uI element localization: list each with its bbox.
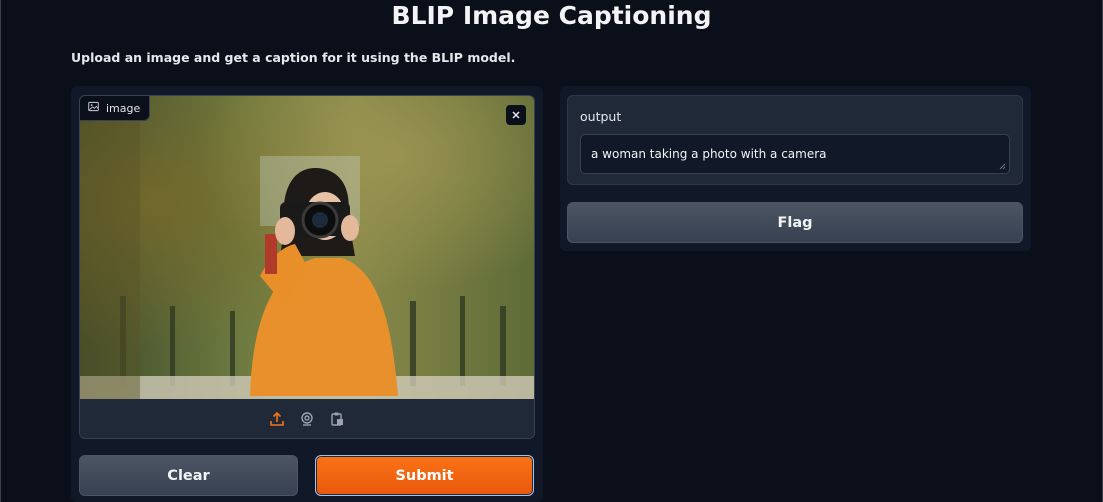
output-caption: a woman taking a photo with a camera (591, 147, 827, 161)
image-label-tag: image (80, 96, 151, 121)
uploaded-photo (80, 96, 534, 399)
output-block: output a woman taking a photo with a cam… (567, 95, 1023, 185)
upload-icon[interactable] (268, 410, 286, 428)
flag-button[interactable]: Flag (567, 202, 1023, 243)
clear-button[interactable]: Clear (79, 455, 298, 496)
output-label: output (580, 109, 622, 124)
image-label-text: image (106, 101, 141, 115)
webcam-icon[interactable] (298, 410, 316, 428)
page-title: BLIP Image Captioning (391, 1, 712, 30)
image-source-toolbar (80, 399, 534, 438)
image-icon (88, 101, 99, 115)
window-border-left (0, 0, 1, 502)
image-upload-area[interactable]: image (79, 95, 535, 439)
submit-button[interactable]: Submit (315, 455, 534, 496)
close-icon[interactable] (506, 105, 526, 125)
clipboard-icon[interactable] (328, 410, 346, 428)
resize-handle-icon[interactable] (999, 163, 1006, 170)
output-textbox[interactable]: a woman taking a photo with a camera (580, 134, 1010, 174)
page-description: Upload an image and get a caption for it… (71, 50, 516, 65)
